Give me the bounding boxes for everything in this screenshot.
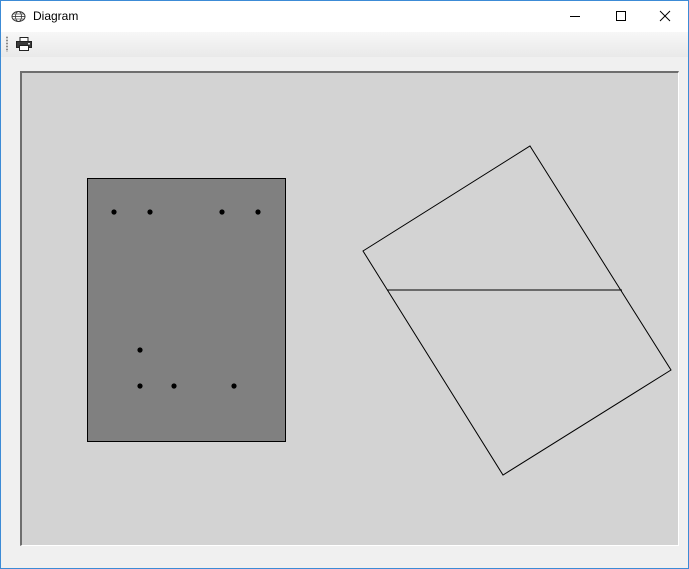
marker-dot xyxy=(231,383,237,389)
diagram-drawing xyxy=(87,145,672,476)
rotated-rectangle xyxy=(362,145,672,476)
marker-dot xyxy=(137,383,143,389)
marker-dot xyxy=(147,209,153,215)
marker-dot xyxy=(137,347,143,353)
marker-dot xyxy=(219,209,225,215)
diagram-window: Diagram xyxy=(0,0,689,569)
marker-dot xyxy=(255,209,261,215)
marker-dot xyxy=(171,383,177,389)
marker-dot xyxy=(111,209,117,215)
gray-rectangle xyxy=(87,178,286,442)
